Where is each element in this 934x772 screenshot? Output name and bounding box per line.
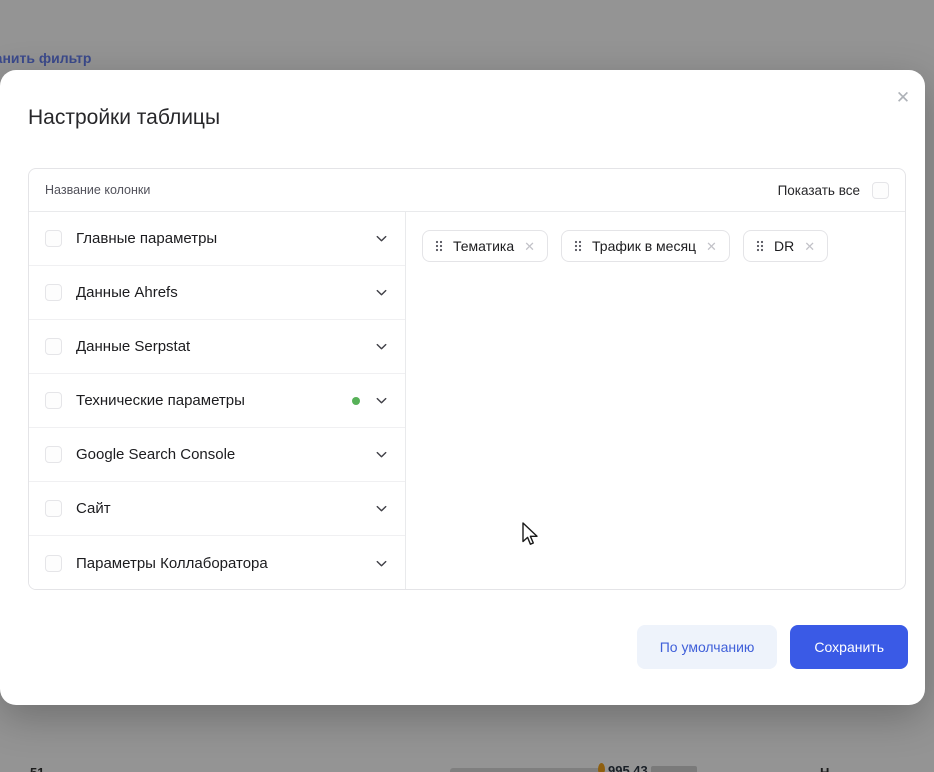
active-indicator-dot [352,397,360,405]
category-row[interactable]: Параметры Коллаборатора [29,536,405,590]
category-checkbox[interactable] [45,392,62,409]
category-checkbox[interactable] [45,446,62,463]
category-label: Google Search Console [76,446,235,463]
category-list: Главные параметры Данные Ahrefs Данные S… [29,212,406,590]
chevron-down-icon [374,447,389,462]
chip-label: DR [774,238,794,254]
column-name-header: Название колонки [45,183,150,197]
chevron-down-icon [374,285,389,300]
panel-header: Название колонки Показать все [29,169,905,212]
category-checkbox[interactable] [45,500,62,517]
table-settings-modal: ✕ Настройки таблицы Название колонки Пок… [0,70,925,705]
category-row[interactable]: Сайт [29,482,405,536]
chevron-down-icon [374,556,389,571]
show-all-label: Показать все [778,183,860,198]
chevron-down-icon [374,393,389,408]
chip-label: Трафик в месяц [592,238,696,254]
chevron-down-icon [374,501,389,516]
close-icon[interactable]: ✕ [891,86,915,110]
chip-remove-icon[interactable]: ✕ [524,240,535,253]
category-checkbox[interactable] [45,555,62,572]
category-label: Данные Serpstat [76,338,190,355]
category-row[interactable]: Данные Ahrefs [29,266,405,320]
save-button[interactable]: Сохранить [790,625,908,669]
category-label: Сайт [76,500,111,517]
chevron-down-icon [374,339,389,354]
chip-remove-icon[interactable]: ✕ [706,240,717,253]
selected-column-chip[interactable]: Тематика ✕ [422,230,548,262]
category-row[interactable]: Технические параметры [29,374,405,428]
category-label: Технические параметры [76,392,245,409]
modal-footer: По умолчанию Сохранить [637,625,908,669]
category-row[interactable]: Главные параметры [29,212,405,266]
category-row[interactable]: Google Search Console [29,428,405,482]
selected-column-chip[interactable]: Трафик в месяц ✕ [561,230,730,262]
category-label: Главные параметры [76,230,217,247]
modal-title: Настройки таблицы [28,106,220,130]
chip-label: Тематика [453,238,514,254]
show-all-control[interactable]: Показать все [778,182,889,199]
category-label: Данные Ahrefs [76,284,178,301]
drag-handle-icon[interactable] [435,240,443,252]
drag-handle-icon[interactable] [574,240,582,252]
panel-body: Главные параметры Данные Ahrefs Данные S… [29,212,905,590]
drag-handle-icon[interactable] [756,240,764,252]
category-label: Параметры Коллаборатора [76,555,268,572]
category-checkbox[interactable] [45,338,62,355]
page-root: Сохранить фильтр 51 995.43 Н ✕ Настройки… [0,0,934,772]
columns-panel: Название колонки Показать все Главные па… [28,168,906,590]
selected-columns-area: Тематика ✕ Трафик в месяц ✕ DR ✕ [406,212,905,590]
show-all-checkbox[interactable] [872,182,889,199]
default-button[interactable]: По умолчанию [637,625,778,669]
category-row[interactable]: Данные Serpstat [29,320,405,374]
category-checkbox[interactable] [45,230,62,247]
category-checkbox[interactable] [45,284,62,301]
chevron-down-icon [374,231,389,246]
selected-column-chip[interactable]: DR ✕ [743,230,828,262]
chip-remove-icon[interactable]: ✕ [804,240,815,253]
